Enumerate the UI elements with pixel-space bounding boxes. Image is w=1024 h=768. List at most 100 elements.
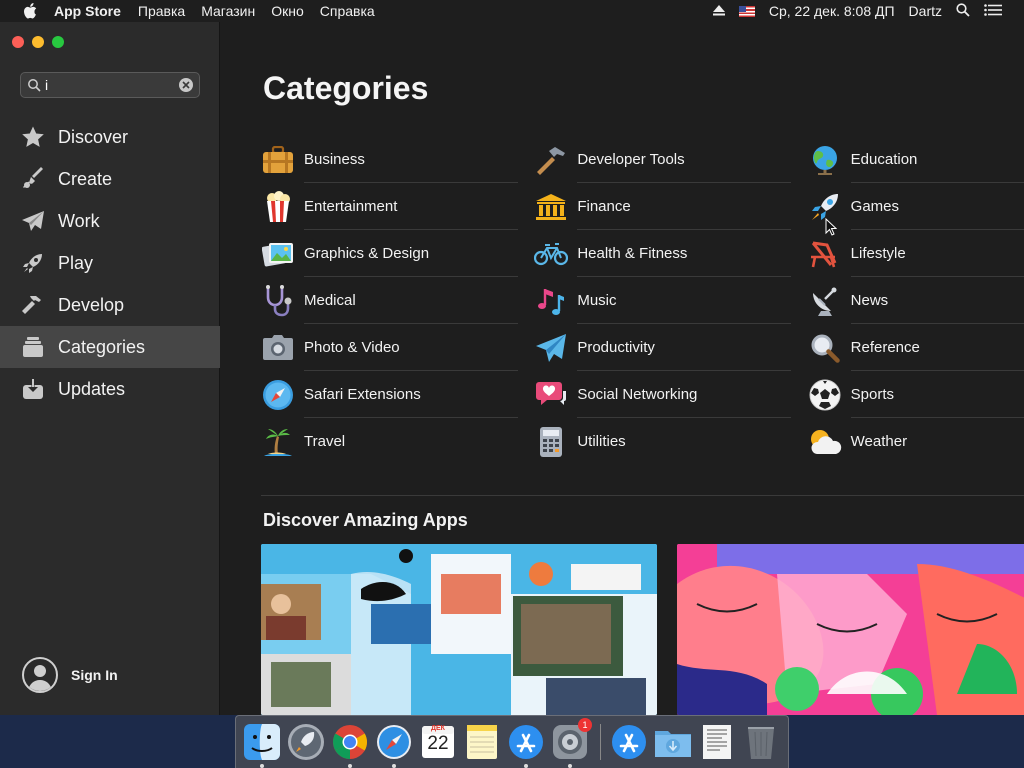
category-education[interactable]: Education	[808, 136, 1024, 183]
close-window-button[interactable]	[12, 36, 24, 48]
dock-applications-folder-icon[interactable]	[609, 722, 649, 762]
zoom-window-button[interactable]	[52, 36, 64, 48]
category-sports[interactable]: Sports	[808, 371, 1024, 418]
music-notes-icon	[534, 284, 568, 318]
apple-menu-icon[interactable]	[21, 3, 39, 19]
sidebar-nav: Discover Create Work Play Develop Catego…	[0, 116, 220, 410]
category-entertainment[interactable]: Entertainment	[261, 183, 534, 230]
sidebar-item-label: Updates	[58, 378, 126, 399]
category-finance[interactable]: Finance	[534, 183, 807, 230]
category-medical[interactable]: Medical	[261, 277, 534, 324]
brush-icon	[20, 166, 46, 192]
category-productivity[interactable]: Productivity	[534, 324, 807, 371]
notification-center-icon[interactable]	[984, 3, 1002, 19]
bicycle-icon	[534, 237, 569, 271]
search-box	[20, 72, 200, 98]
category-graphics-design[interactable]: Graphics & Design	[261, 230, 534, 277]
sidebar: Discover Create Work Play	[0, 22, 220, 715]
sign-in[interactable]: Sign In	[22, 657, 118, 693]
category-photo-video[interactable]: Photo & Video	[261, 324, 534, 371]
category-music[interactable]: Music	[534, 277, 807, 324]
category-label: Developer Tools	[577, 136, 792, 183]
running-indicator	[348, 764, 352, 768]
category-games[interactable]: Games	[808, 183, 1024, 230]
menu-store[interactable]: Магазин	[201, 3, 255, 19]
category-label: Finance	[577, 183, 792, 230]
category-label: Productivity	[577, 324, 792, 371]
menu-edit[interactable]: Правка	[138, 3, 185, 19]
category-grid: Business Developer Tools Education Enter…	[261, 136, 1024, 465]
menu-help[interactable]: Справка	[320, 3, 375, 19]
featured-banner[interactable]	[677, 544, 1024, 715]
sidebar-item-updates[interactable]: Updates	[0, 368, 220, 410]
category-label: Medical	[304, 277, 518, 324]
category-label: Entertainment	[304, 183, 518, 230]
satellite-dish-icon	[808, 284, 842, 318]
category-label: Social Networking	[577, 371, 792, 418]
app-store-window: Discover Create Work Play	[0, 22, 1024, 715]
dock-separator	[600, 724, 601, 760]
category-label: Games	[850, 183, 1024, 230]
category-label: Travel	[304, 433, 346, 450]
dock: ДЕК 22 1	[235, 715, 789, 768]
sidebar-item-label: Play	[58, 252, 94, 273]
dock-launchpad-icon[interactable]	[286, 722, 326, 762]
category-health-fitness[interactable]: Health & Fitness	[534, 230, 807, 277]
dock-chrome-icon[interactable]	[330, 722, 370, 768]
sidebar-item-categories[interactable]: Categories	[0, 326, 220, 368]
menu-window[interactable]: Окно	[271, 3, 304, 19]
category-news[interactable]: News	[808, 277, 1024, 324]
clear-search-icon[interactable]	[179, 78, 193, 92]
spotlight-icon[interactable]	[956, 2, 970, 20]
sidebar-item-label: Categories	[58, 336, 146, 357]
input-source-flag-icon[interactable]	[738, 5, 755, 17]
menu-app-store[interactable]: App Store	[54, 3, 121, 19]
globe-icon	[808, 143, 842, 177]
download-icon	[20, 376, 46, 402]
star-icon	[20, 124, 46, 150]
sun-cloud-icon	[808, 425, 842, 459]
page-title: Categories	[263, 70, 429, 106]
category-label: Weather	[850, 433, 908, 450]
category-travel[interactable]: Travel	[261, 418, 534, 465]
minimize-window-button[interactable]	[32, 36, 44, 48]
category-label: Reference	[850, 324, 1024, 371]
category-safari-extensions[interactable]: Safari Extensions	[261, 371, 534, 418]
featured-banner[interactable]	[261, 544, 657, 715]
category-label: Sports	[850, 371, 1024, 418]
category-reference[interactable]: Reference	[808, 324, 1024, 371]
dock-safari-icon[interactable]	[374, 722, 414, 768]
sidebar-item-develop[interactable]: Develop	[0, 284, 220, 326]
paper-plane-icon	[20, 208, 46, 234]
sidebar-item-work[interactable]: Work	[0, 200, 220, 242]
eject-icon[interactable]	[712, 3, 725, 19]
dock-document-icon[interactable]	[697, 722, 737, 762]
category-label: News	[850, 277, 1024, 324]
category-business[interactable]: Business	[261, 136, 534, 183]
menu-user[interactable]: Dartz	[909, 3, 942, 19]
sidebar-item-discover[interactable]: Discover	[0, 116, 220, 158]
running-indicator	[260, 764, 264, 768]
category-developer-tools[interactable]: Developer Tools	[534, 136, 807, 183]
category-social-networking[interactable]: Social Networking	[534, 371, 807, 418]
dock-finder-icon[interactable]	[242, 722, 282, 768]
dock-system-preferences-icon[interactable]: 1	[550, 718, 592, 768]
palm-tree-icon	[261, 425, 295, 459]
running-indicator	[524, 764, 528, 768]
calendar-month: ДЕК	[431, 725, 445, 732]
dock-calendar-icon[interactable]: ДЕК 22	[418, 722, 458, 762]
category-weather[interactable]: Weather	[808, 418, 1024, 465]
dock-app-store-icon[interactable]	[506, 722, 546, 768]
menu-datetime[interactable]: Ср, 22 дек. 8:08 ДП	[769, 3, 895, 19]
dock-downloads-folder-icon[interactable]	[653, 722, 693, 762]
sidebar-item-play[interactable]: Play	[0, 242, 220, 284]
bank-icon	[534, 190, 568, 224]
search-input[interactable]	[45, 77, 175, 93]
dock-trash-icon[interactable]	[741, 722, 781, 762]
dock-notes-icon[interactable]	[462, 722, 502, 762]
sidebar-item-label: Discover	[58, 126, 129, 147]
category-utilities[interactable]: Utilities	[534, 418, 807, 465]
sidebar-item-create[interactable]: Create	[0, 158, 220, 200]
category-lifestyle[interactable]: Lifestyle	[808, 230, 1024, 277]
popcorn-icon	[261, 190, 295, 224]
